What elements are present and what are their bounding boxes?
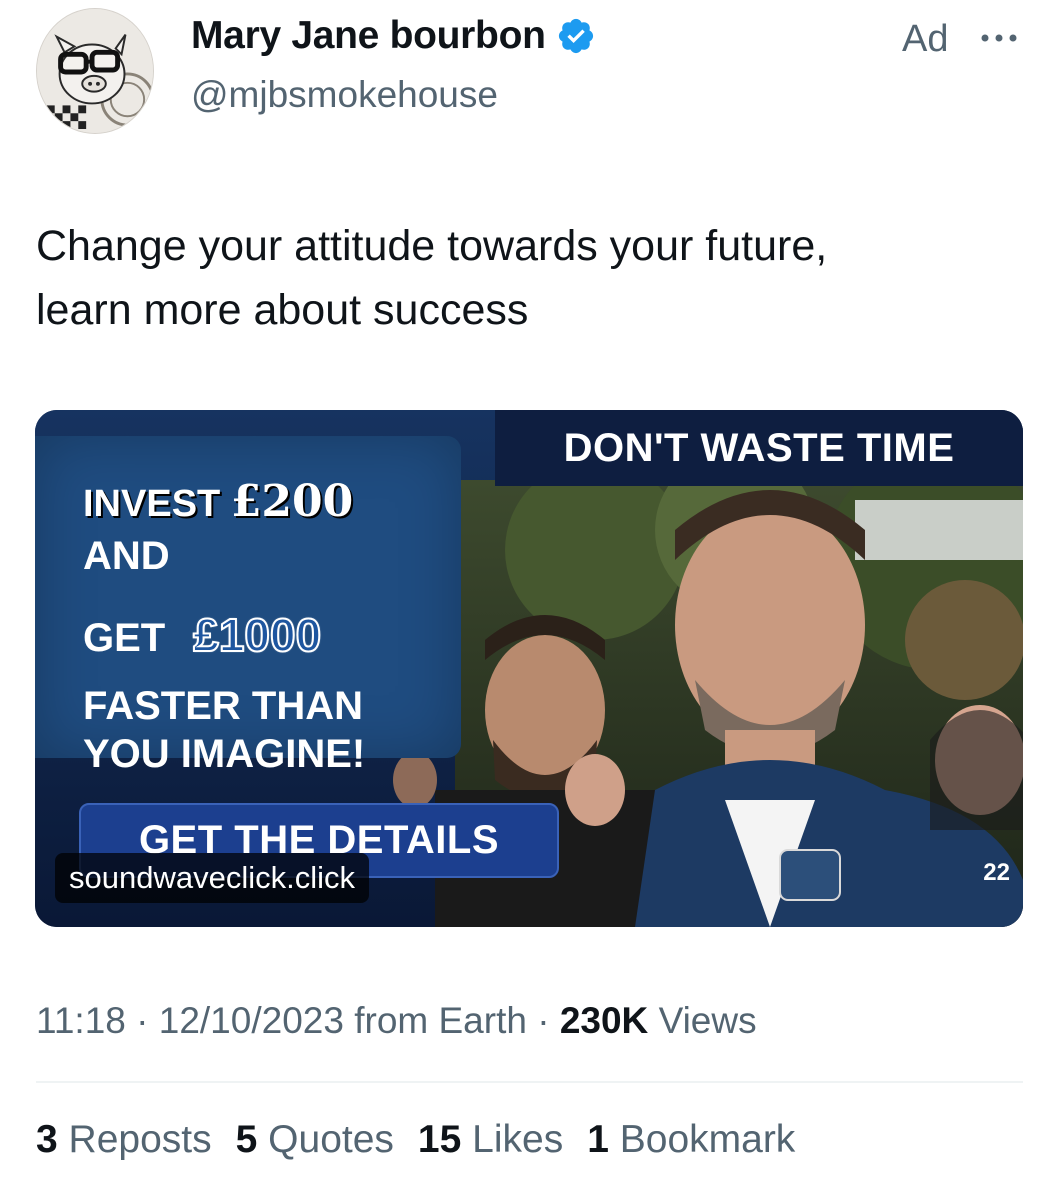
tweet-text-line: Change your attitude towards your future… (36, 222, 828, 270)
headline-get-amount: £1000 (192, 608, 322, 662)
ad-banner: DON'T WASTE TIME (495, 410, 1023, 486)
more-options-icon[interactable] (978, 28, 1020, 48)
views-label: Views (658, 1000, 757, 1041)
quotes-count: 5 (235, 1118, 258, 1161)
ad-banner-text: DON'T WASTE TIME (563, 425, 955, 470)
divider (36, 1081, 1023, 1083)
headline-tagline-line: YOU IMAGINE! (83, 732, 366, 776)
tweet-source: from Earth (354, 1000, 527, 1041)
likes-count: 15 (417, 1118, 462, 1161)
ad-headline-box: INVEST £200 AND GET £1000 FASTER THAN YOU… (35, 436, 461, 776)
headline-get: GET £1000 (83, 608, 322, 662)
headline-tagline: FASTER THAN YOU IMAGINE! (83, 682, 365, 778)
reposts-count: 3 (36, 1118, 58, 1161)
headline-invest: INVEST £200 (83, 476, 353, 527)
author-display-name[interactable]: Mary Jane bourbon (191, 14, 546, 58)
author-avatar[interactable] (36, 8, 154, 134)
views-count: 230K (559, 1000, 649, 1041)
ad-media-card[interactable]: 22 INVEST £200 AND GET £1000 FASTER THAN … (35, 410, 1023, 927)
bookmarks-stat[interactable]: 1 Bookmark (587, 1118, 795, 1162)
likes-stat[interactable]: 15 Likes (418, 1118, 563, 1162)
headline-tagline-line: FASTER THAN (83, 684, 363, 728)
bookmarks-count: 1 (587, 1118, 609, 1161)
headline-invest-word: INVEST (83, 483, 221, 525)
tweet-date[interactable]: 12/10/2023 (159, 1000, 344, 1041)
verified-badge-icon[interactable] (556, 16, 596, 56)
quotes-stat[interactable]: 5 Quotes (236, 1118, 394, 1162)
tweet-text-line: learn more about success (36, 286, 529, 334)
reposts-stat[interactable]: 3 Reposts (36, 1118, 212, 1162)
tweet-time[interactable]: 11:18 (36, 1000, 126, 1041)
quotes-label: Quotes (268, 1118, 394, 1161)
author-name-row: Mary Jane bourbon (191, 14, 596, 58)
ad-domain-text: soundwaveclick.click (69, 860, 355, 895)
ad-domain-link[interactable]: soundwaveclick.click (55, 853, 369, 903)
engagement-stats: 3 Reposts 5 Quotes 15 Likes 1 Bookmark (36, 1118, 795, 1162)
ad-label: Ad (902, 18, 949, 60)
bookmarks-label: Bookmark (619, 1118, 796, 1161)
headline-and: AND (83, 534, 170, 578)
tweet-text: Change your attitude towards your future… (36, 214, 1016, 342)
headline-get-word: GET (83, 616, 166, 660)
avatar-illustration (37, 9, 153, 133)
headline-invest-amount: £200 (230, 476, 354, 527)
author-handle[interactable]: @mjbsmokehouse (191, 74, 498, 116)
tweet-meta: 11:18 · 12/10/2023 from Earth · 230K Vie… (36, 1000, 757, 1041)
reposts-label: Reposts (68, 1118, 212, 1161)
likes-label: Likes (472, 1118, 564, 1161)
jacket-number: 22 (983, 859, 1010, 886)
